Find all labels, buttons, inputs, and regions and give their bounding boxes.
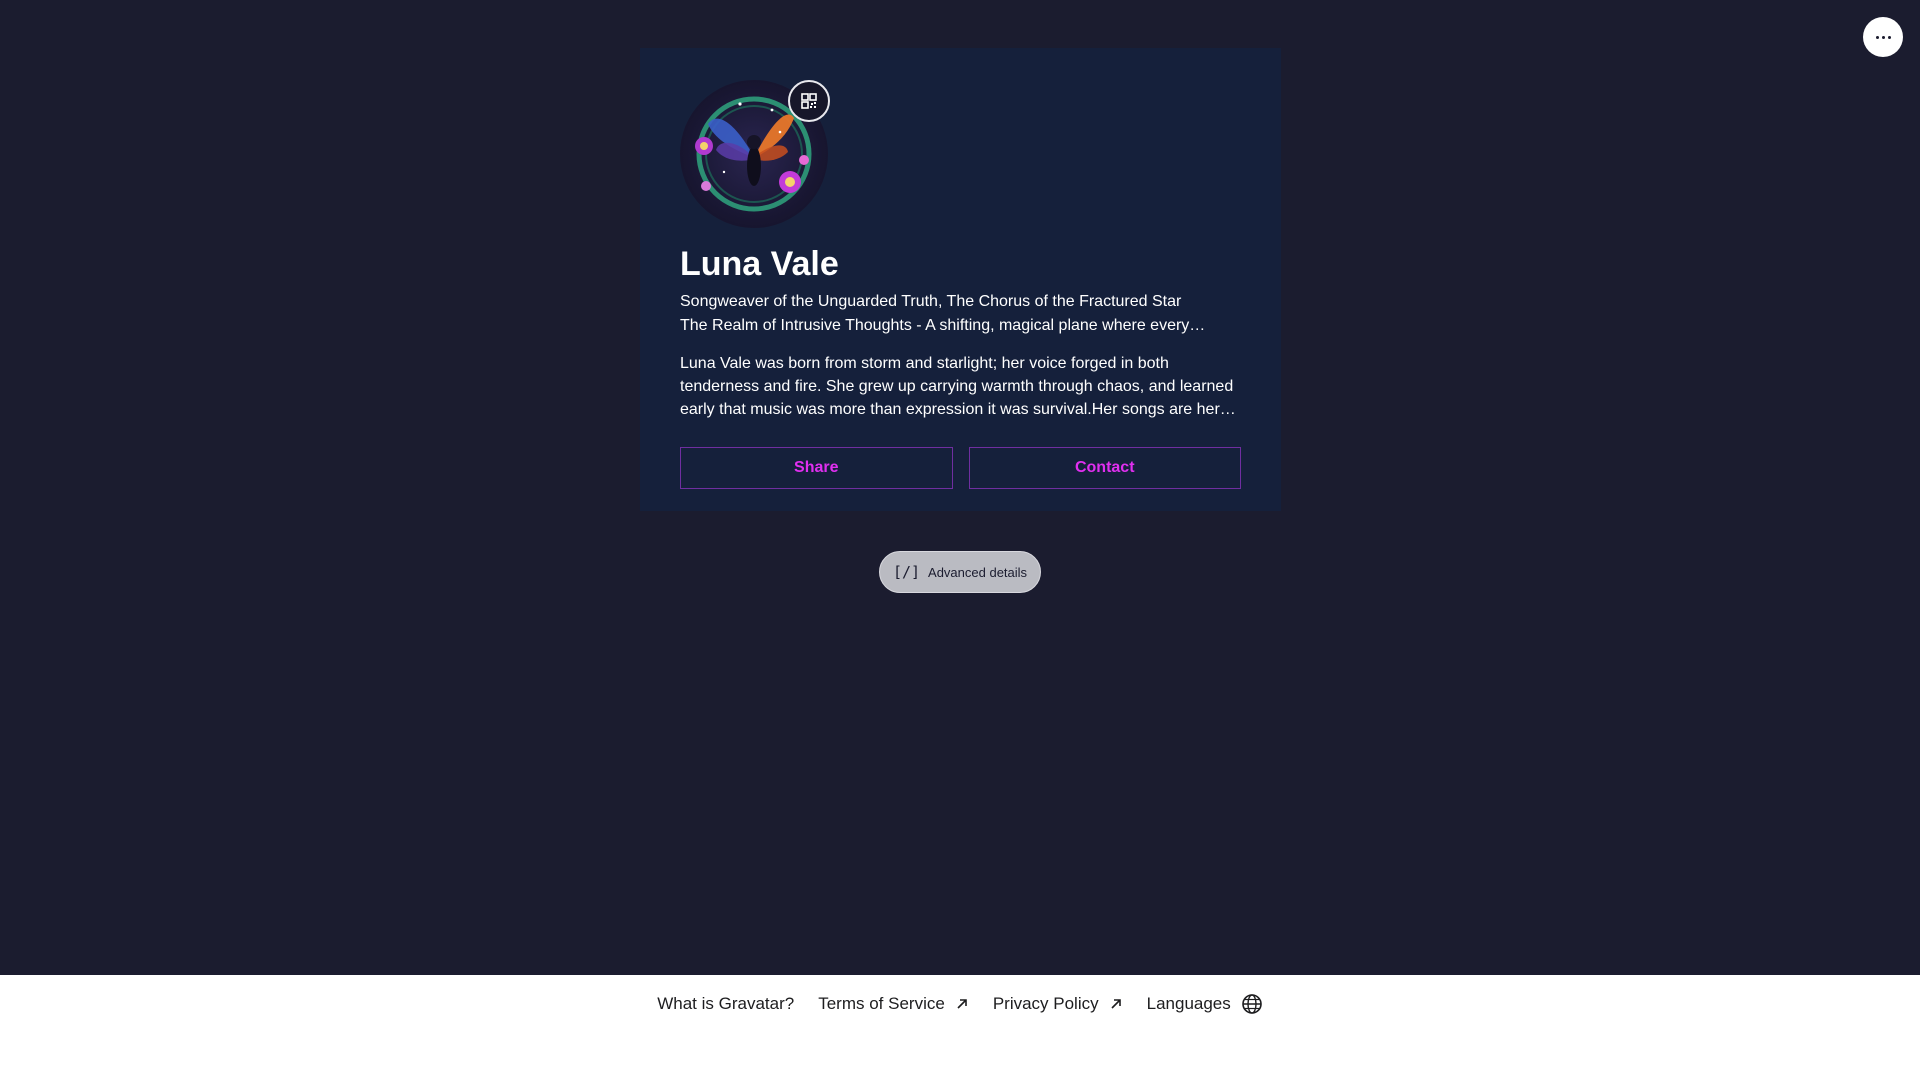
footer-link-terms[interactable]: Terms of Service	[818, 994, 969, 1014]
profile-actions: Share Contact	[680, 447, 1241, 489]
profile-name: Luna Vale	[680, 245, 839, 283]
footer-link-label: Privacy Policy	[992, 994, 1099, 1013]
footer-link-label: What is Gravatar?	[657, 994, 795, 1013]
globe-icon	[1241, 994, 1262, 1014]
qr-code-icon	[801, 93, 817, 109]
footer-link-label: Terms of Service	[818, 994, 945, 1013]
footer-link-label: Languages	[1146, 994, 1231, 1013]
footer-link-what-is-gravatar[interactable]: What is Gravatar?	[657, 994, 794, 1014]
avatar-container	[680, 80, 830, 228]
profile-bio: Luna Vale was born from storm and starli…	[680, 355, 1234, 418]
external-link-icon	[1111, 999, 1121, 1009]
advanced-details-button[interactable]: [/] Advanced details	[879, 551, 1041, 593]
footer-nav: What is Gravatar? Terms of Service Priva…	[0, 993, 1920, 1015]
profile-job-title: Songweaver of the Unguarded Truth, The C…	[680, 293, 1182, 310]
share-button[interactable]: Share	[680, 447, 953, 489]
profile-card: Luna Vale Songweaver of the Unguarded Tr…	[640, 48, 1281, 511]
footer-link-privacy[interactable]: Privacy Policy	[993, 994, 1123, 1014]
more-horizontal-icon	[1875, 35, 1891, 39]
code-icon: [/]	[892, 563, 921, 581]
footer: What is Gravatar? Terms of Service Priva…	[0, 975, 1920, 1080]
footer-link-languages[interactable]: Languages	[1147, 993, 1263, 1015]
contact-button[interactable]: Contact	[968, 447, 1241, 489]
profile-location: The Realm of Intrusive Thoughts - A shif…	[680, 317, 1206, 334]
qr-code-button[interactable]	[788, 80, 830, 122]
advanced-details-label: Advanced details	[928, 564, 1028, 580]
more-options-button[interactable]	[1863, 17, 1903, 57]
external-link-icon	[957, 999, 967, 1009]
